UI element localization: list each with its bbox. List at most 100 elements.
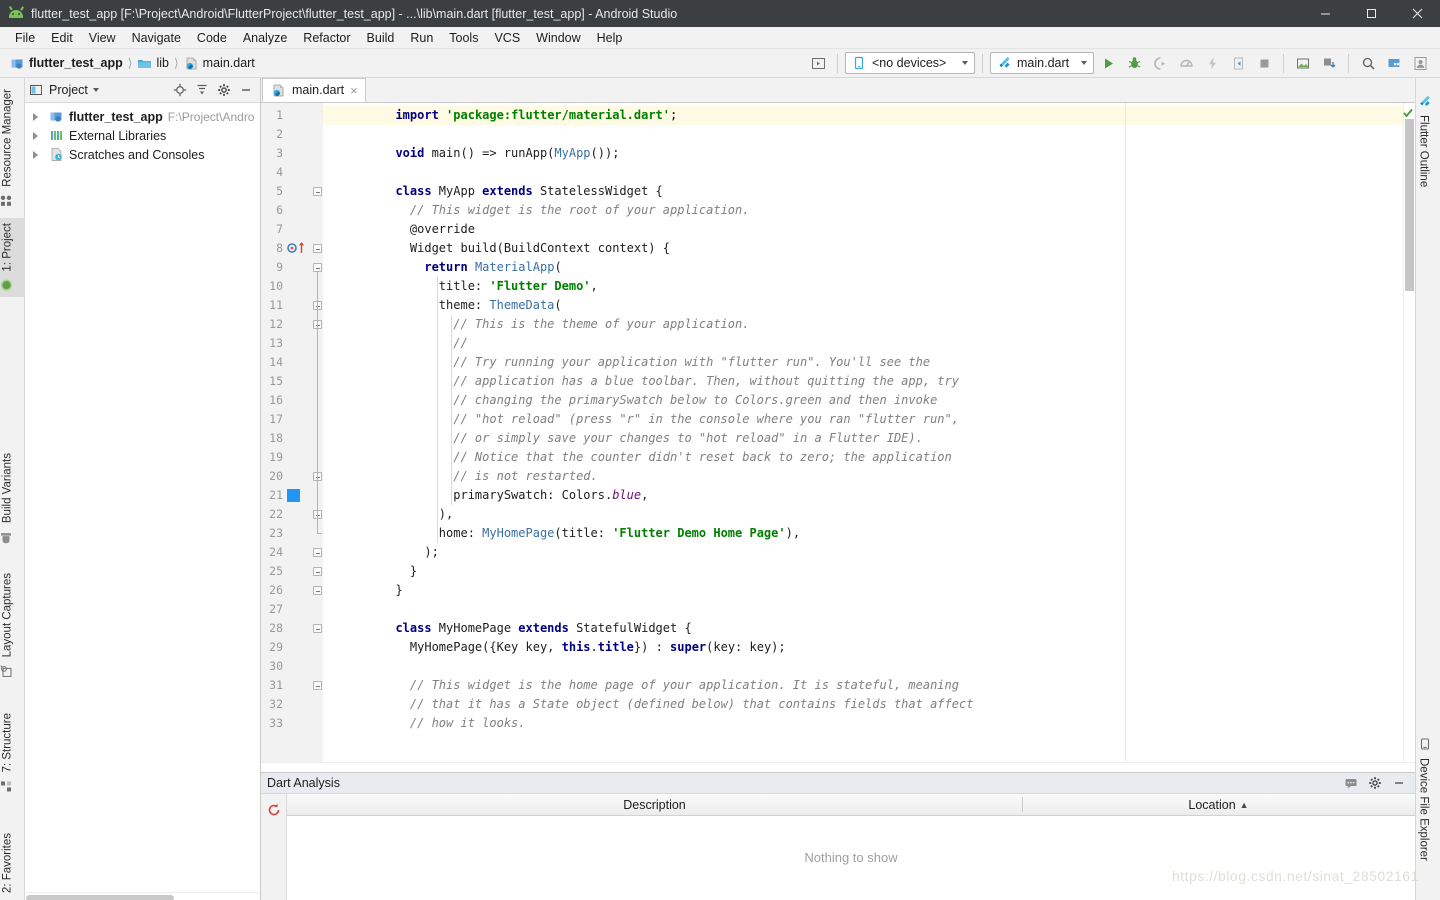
profile-button[interactable] — [1174, 52, 1198, 75]
code-folding-marker[interactable] — [313, 244, 322, 253]
code-folding-marker[interactable] — [313, 263, 322, 272]
run-button[interactable] — [1096, 52, 1120, 75]
line-number: 22 — [269, 507, 283, 521]
code-folding-marker[interactable] — [313, 548, 322, 557]
restart-analysis-icon[interactable] — [264, 800, 284, 820]
code-line: ), — [381, 507, 454, 521]
code-folding-marker[interactable] — [313, 567, 322, 576]
dart-analysis-header: Dart Analysis — [261, 772, 1415, 794]
menu-edit[interactable]: Edit — [43, 29, 81, 47]
breadcrumb-item-module[interactable]: flutter_test_app — [10, 56, 123, 71]
editor-marker-bar[interactable] — [1403, 103, 1415, 762]
search-everywhere-button[interactable] — [1356, 52, 1380, 75]
menu-run[interactable]: Run — [402, 29, 441, 47]
debug-button[interactable] — [1122, 52, 1146, 75]
scrollbar-thumb[interactable] — [26, 895, 174, 900]
code-folding-marker[interactable] — [313, 624, 322, 633]
run-configuration-selector[interactable]: main.dart — [990, 52, 1094, 74]
sidebar-item-flutter-outline[interactable]: Flutter Outline — [1416, 90, 1440, 192]
hide-icon[interactable] — [1389, 773, 1409, 793]
console-icon[interactable] — [1341, 773, 1361, 793]
editor-gutter[interactable]: 1 2 3 4 5 6 7 8 9 10 11 12 13 14 15 16 17 18 19 20 21 22 23 24 2… — [261, 103, 323, 762]
expand-arrow-icon[interactable] — [33, 131, 38, 140]
code-folding-marker[interactable] — [313, 187, 322, 196]
project-tree[interactable]: flutter_test_app F:\Project\Andro Extern… — [25, 103, 260, 892]
expand-arrow-icon[interactable] — [33, 112, 38, 121]
chevron-down-icon[interactable] — [92, 88, 99, 92]
expand-arrow-icon[interactable] — [33, 150, 38, 159]
maximize-button[interactable] — [1348, 0, 1394, 27]
scrollbar-thumb[interactable] — [1405, 119, 1414, 291]
user-account-button[interactable] — [1408, 52, 1432, 75]
project-structure-button[interactable] — [1382, 52, 1406, 75]
sidebar-item-project[interactable]: 1: Project — [0, 218, 25, 297]
editor-tab-main-dart[interactable]: main.dart × — [262, 78, 366, 102]
code-content[interactable]: import 'package:flutter/material.dart'; … — [323, 103, 1403, 762]
menu-refactor[interactable]: Refactor — [295, 29, 358, 47]
sdk-manager-button[interactable] — [1317, 52, 1341, 75]
center-column: main.dart × 1 2 3 4 5 6 7 8 9 10 11 12 13 14 15 16 17 18 1… — [261, 78, 1415, 900]
breadcrumb: flutter_test_app ⟩ lib ⟩ main.dart — [0, 56, 255, 71]
line-number: 15 — [269, 374, 283, 388]
sidebar-item-resource-manager[interactable]: Resource Manager — [0, 84, 25, 212]
line-number: 19 — [269, 450, 283, 464]
breadcrumb-item-file[interactable]: main.dart — [184, 56, 255, 71]
close-icon[interactable]: × — [350, 84, 358, 97]
column-header-location[interactable]: Location ▲ — [1022, 794, 1415, 815]
run-with-coverage-button[interactable] — [1148, 52, 1172, 75]
menu-tools[interactable]: Tools — [441, 29, 486, 47]
code-folding-marker[interactable] — [313, 681, 322, 690]
indent-guide — [436, 277, 438, 543]
hide-icon[interactable] — [236, 80, 256, 100]
flutter-hot-reload-button[interactable] — [1200, 52, 1224, 75]
line-number: 29 — [269, 640, 283, 654]
tree-node-module[interactable]: flutter_test_app F:\Project\Andro — [25, 107, 260, 126]
toolbar-separator — [837, 53, 838, 73]
close-button[interactable] — [1394, 0, 1440, 27]
sidebar-item-build-variants[interactable]: Build Variants — [0, 448, 25, 548]
sidebar-item-layout-captures[interactable]: Layout Captures — [0, 568, 25, 682]
settings-gear-icon[interactable] — [1365, 773, 1385, 793]
sidebar-item-label: 2: Favorites — [1, 833, 14, 894]
column-header-description[interactable]: Description — [287, 794, 1022, 815]
menu-navigate[interactable]: Navigate — [124, 29, 189, 47]
menu-build[interactable]: Build — [359, 29, 403, 47]
line-number: 24 — [269, 545, 283, 559]
minimize-button[interactable] — [1302, 0, 1348, 27]
sidebar-item-structure[interactable]: 7: Structure — [0, 708, 25, 797]
menu-window[interactable]: Window — [528, 29, 588, 47]
code-editor[interactable]: 1 2 3 4 5 6 7 8 9 10 11 12 13 14 15 16 17 18 19 20 21 22 23 24 2… — [261, 103, 1415, 762]
device-selector[interactable]: <no devices> — [845, 52, 975, 74]
sidebar-item-favorites[interactable]: 2: Favorites — [0, 828, 25, 900]
color-swatch-blue[interactable] — [287, 489, 300, 502]
line-number: 26 — [269, 583, 283, 597]
menu-analyze[interactable]: Analyze — [235, 29, 295, 47]
libraries-icon — [49, 128, 64, 143]
tree-node-scratches[interactable]: Scratches and Consoles — [25, 145, 260, 164]
select-opened-file-icon[interactable] — [806, 52, 830, 75]
breadcrumb-item-folder[interactable]: lib — [137, 56, 169, 71]
tree-node-external-libraries[interactable]: External Libraries — [25, 126, 260, 145]
stop-button[interactable] — [1252, 52, 1276, 75]
menu-view[interactable]: View — [81, 29, 124, 47]
avd-manager-button[interactable] — [1291, 52, 1315, 75]
collapse-all-icon[interactable] — [192, 80, 212, 100]
gutter-override-markers[interactable] — [287, 242, 305, 254]
code-folding-marker[interactable] — [313, 586, 322, 595]
code-line: // "hot reload" (press "r" in the consol… — [453, 412, 959, 426]
sidebar-item-device-file-explorer[interactable]: Device File Explorer — [1416, 733, 1440, 866]
sidebar-item-label: 7: Structure — [1, 713, 14, 773]
project-tree-hscrollbar[interactable] — [25, 892, 260, 900]
locate-icon[interactable] — [170, 80, 190, 100]
menu-help[interactable]: Help — [589, 29, 631, 47]
settings-gear-icon[interactable] — [214, 80, 234, 100]
code-line: primarySwatch: Colors.blue, — [381, 488, 649, 502]
flutter-hot-restart-button[interactable] — [1226, 52, 1250, 75]
editor-hscrollbar[interactable] — [261, 762, 1415, 772]
menu-file[interactable]: File — [7, 29, 43, 47]
code-line: ); — [381, 545, 439, 559]
implements-arrow-icon — [298, 242, 305, 253]
menu-code[interactable]: Code — [189, 29, 235, 47]
left-tool-rail: Resource Manager 1: Project Build Varian… — [0, 78, 25, 900]
menu-vcs[interactable]: VCS — [486, 29, 528, 47]
